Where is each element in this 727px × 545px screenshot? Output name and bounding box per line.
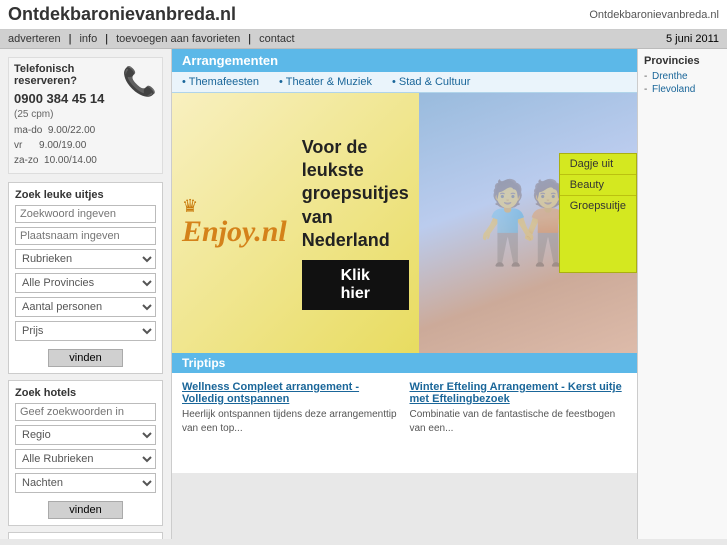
phone-box: Telefonisch reserveren? 0900 384 45 14 (…: [8, 57, 163, 174]
header: Ontdekbaronievanbreda.nl Ontdekbaronieva…: [0, 0, 727, 30]
date-display: 5 juni 2011: [666, 33, 719, 45]
rubrieken-select[interactable]: Rubrieken: [15, 249, 156, 269]
triptips-bar: Triptips: [172, 353, 637, 373]
hotels-regio-select[interactable]: Regio: [15, 425, 156, 445]
category-nav: Themafeesten Theater & Muziek Stad & Cul…: [172, 72, 637, 93]
search-hotels-heading: Zoek hotels: [15, 387, 156, 399]
prov-drenthe[interactable]: Drenthe: [644, 71, 721, 82]
triptips-content: Wellness Compleet arrangement - Volledig…: [172, 373, 637, 473]
cat-stad[interactable]: Stad & Cultuur: [392, 76, 470, 88]
hours-zazo-val: 10.00/14.00: [44, 155, 97, 166]
search-uitjes: Zoek leuke uitjes Rubrieken Alle Provinc…: [8, 182, 163, 374]
triptips-label: Triptips: [182, 356, 225, 370]
search-uitjes-heading: Zoek leuke uitjes: [15, 189, 156, 201]
triptip-2: Winter Efteling Arrangement - Kerst uitj…: [410, 381, 628, 465]
nav-contact[interactable]: contact: [259, 33, 294, 45]
enjoy-logo: Enjoy.nl: [182, 215, 287, 249]
hours-zazo-label: za-zo: [14, 155, 38, 166]
prov-flevoland[interactable]: Flevoland: [644, 84, 721, 95]
hotels-rubrieken-select[interactable]: Alle Rubrieken: [15, 449, 156, 469]
cat-themafeesten[interactable]: Themafeesten: [182, 76, 259, 88]
right-sidebar: Provincies Drenthe Flevoland: [637, 49, 727, 539]
nav-sep1: |: [69, 33, 72, 45]
hotels-nachten-select[interactable]: Nachten: [15, 473, 156, 493]
provincies-heading: Provincies: [644, 55, 721, 67]
phone-hours: ma-do 9.00/22.00 vr 9.00/19.00 za-zo 10.…: [14, 123, 116, 168]
search-uitjes-place[interactable]: [15, 227, 156, 245]
hours-vr-label: vr: [14, 140, 22, 151]
search-hotels: Zoek hotels Regio Alle Rubrieken Nachten…: [8, 380, 163, 526]
left-sidebar: Telefonisch reserveren? 0900 384 45 14 (…: [0, 49, 172, 539]
tagline-line3: van Nederland: [302, 207, 390, 250]
phone-icon: 📞: [122, 65, 157, 98]
header-site-title-right: Ontdekbaronievanbreda.nl: [589, 9, 719, 21]
banner-area: ♛ Enjoy.nl Voor de leukste groepsuitjes …: [172, 93, 637, 353]
float-menu: Dagje uit Beauty Groepsuitje: [559, 153, 637, 273]
nav-adverteren[interactable]: adverteren: [8, 33, 61, 45]
phone-cpm: (25 cpm): [14, 109, 53, 120]
search-uitjes-keyword[interactable]: [15, 205, 156, 223]
hours-mado-label: ma-do: [14, 125, 42, 136]
nav-sep3: |: [248, 33, 251, 45]
hours-mado-val: 9.00/22.00: [48, 125, 95, 136]
hotels-vinden-button[interactable]: vinden: [48, 501, 122, 519]
hours-vr-val: 9.00/19.00: [39, 140, 86, 151]
enjoy-crown-icon: ♛: [182, 197, 198, 215]
klik-hier-button[interactable]: Klik hier: [302, 260, 409, 310]
triptip-1-desc: Heerlijk ontspannen tijdens deze arrange…: [182, 408, 400, 436]
content-area: Arrangementen Themafeesten Theater & Muz…: [172, 49, 637, 539]
float-groepsuitje[interactable]: Groepsuitje: [560, 196, 636, 216]
provincies-select[interactable]: Alle Provincies: [15, 273, 156, 293]
float-beauty[interactable]: Beauty: [560, 175, 636, 196]
nav-toevoegen[interactable]: toevoegen aan favorieten: [116, 33, 240, 45]
triptip-1-title[interactable]: Wellness Compleet arrangement - Volledig…: [182, 381, 400, 405]
hotels-keyword[interactable]: [15, 403, 156, 421]
triptip-2-title[interactable]: Winter Efteling Arrangement - Kerst uitj…: [410, 381, 628, 405]
arrangementen-bar: Arrangementen: [172, 49, 637, 72]
phone-heading: Telefonisch reserveren?: [14, 63, 116, 87]
uitjes-vinden-button[interactable]: vinden: [48, 349, 122, 367]
nav-sep2: |: [105, 33, 108, 45]
nav-info[interactable]: info: [79, 33, 97, 45]
arrangementen-label: Arrangementen: [182, 53, 278, 68]
tagline-line2: groepsuitjes: [302, 183, 409, 203]
triptip-2-desc: Combinatie van de fantastische de feestb…: [410, 408, 628, 436]
float-dagjeuit[interactable]: Dagje uit: [560, 154, 636, 175]
banner-tagline: Voor de leukste groepsuitjes van Nederla…: [302, 136, 409, 253]
prijs-select[interactable]: Prijs: [15, 321, 156, 341]
phone-number: 0900 384 45 14: [14, 91, 116, 106]
search-groepsuitje: Zoek groepsuitje: [8, 532, 163, 539]
main-layout: Telefonisch reserveren? 0900 384 45 14 (…: [0, 49, 727, 539]
nav-bar: adverteren | info | toevoegen aan favori…: [0, 30, 727, 49]
site-title[interactable]: Ontdekbaronievanbreda.nl: [8, 4, 236, 25]
personen-select[interactable]: Aantal personen: [15, 297, 156, 317]
cat-theater[interactable]: Theater & Muziek: [279, 76, 372, 88]
enjoy-banner: ♛ Enjoy.nl Voor de leukste groepsuitjes …: [172, 93, 419, 353]
triptip-1: Wellness Compleet arrangement - Volledig…: [182, 381, 400, 465]
tagline-line1: Voor de leukste: [302, 137, 368, 180]
